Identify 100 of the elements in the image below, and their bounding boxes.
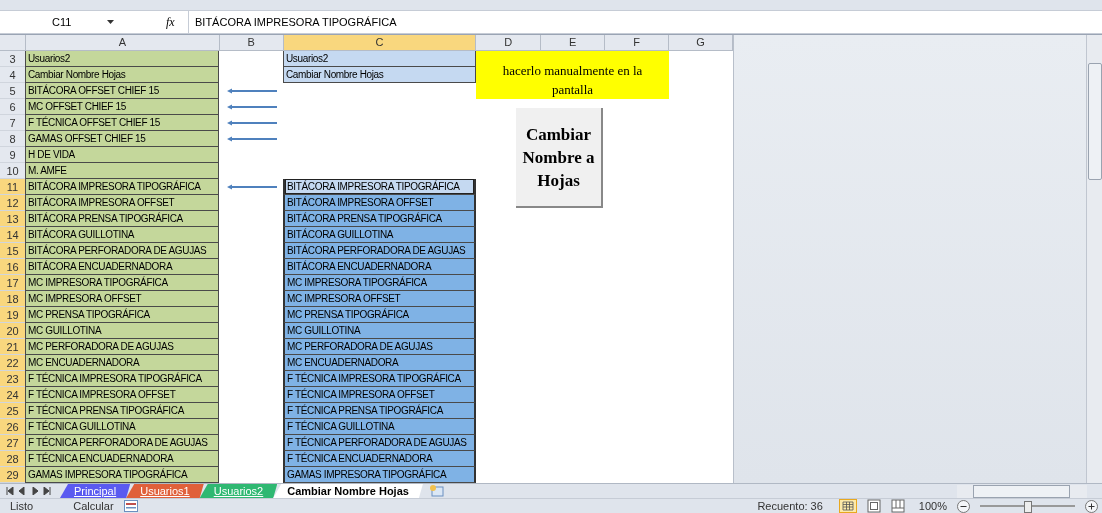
- column-header[interactable]: D: [476, 35, 542, 50]
- row-header[interactable]: 8: [0, 131, 25, 147]
- row-header[interactable]: 5: [0, 83, 25, 99]
- calculate-label[interactable]: Calcular: [73, 500, 114, 512]
- table-cell: MC PRENSA TIPOGRÁFICA: [283, 307, 476, 323]
- sheet-tab[interactable]: Usuarios1: [126, 484, 204, 498]
- sheet-navigation-icon[interactable]: [6, 487, 54, 495]
- table-cell: F TÉCNICA PERFORADORA DE AGUJAS: [25, 435, 219, 451]
- table-cell: F TÉCNICA GUILLOTINA: [283, 419, 476, 435]
- macro-record-icon[interactable]: [123, 500, 138, 512]
- zoom-in-button[interactable]: [1085, 499, 1098, 513]
- zoom-thumb[interactable]: [1023, 501, 1032, 513]
- table-cell: MC OFFSET CHIEF 15: [25, 99, 219, 115]
- row-header[interactable]: 27: [0, 435, 25, 451]
- page-layout-icon[interactable]: [866, 499, 881, 513]
- row-header[interactable]: 19: [0, 307, 25, 323]
- table-cell: MC IMPRESORA OFFSET: [25, 291, 219, 307]
- table-cell: MC IMPRESORA OFFSET: [283, 291, 476, 307]
- zoom-slider[interactable]: [980, 500, 1075, 512]
- column-header[interactable]: F: [605, 35, 670, 50]
- table-cell: F TÉCNICA GUILLOTINA: [25, 419, 219, 435]
- table-cell: F TÉCNICA IMPRESORA TIPOGRÁFICA: [283, 371, 476, 387]
- column-header[interactable]: C: [283, 35, 477, 50]
- row-header[interactable]: 20: [0, 323, 25, 339]
- row-header[interactable]: 15: [0, 243, 25, 259]
- row-header[interactable]: 13: [0, 211, 25, 227]
- row-header[interactable]: 22: [0, 355, 25, 371]
- table-cell: F TÉCNICA ENCUADERNADORA: [283, 451, 476, 467]
- table-cell: BITÁCORA PRENSA TIPOGRÁFICA: [25, 211, 219, 227]
- formula-field[interactable]: BITÁCORA IMPRESORA TIPOGRÁFICA: [188, 11, 1102, 33]
- row-header[interactable]: 23: [0, 371, 25, 387]
- table-cell: Cambiar Nombre Hojas: [283, 67, 476, 83]
- table-cell: MC GUILLOTINA: [283, 323, 476, 339]
- column-header[interactable]: A: [25, 35, 220, 50]
- row-header[interactable]: 9: [0, 147, 25, 163]
- row-header[interactable]: 29: [0, 467, 25, 483]
- column-header[interactable]: E: [541, 35, 606, 50]
- table-cell: BITÁCORA GUILLOTINA: [283, 227, 476, 243]
- horizontal-scrollbar[interactable]: [957, 485, 1087, 498]
- table-cell: BITÁCORA PERFORADORA DE AGUJAS: [25, 243, 219, 259]
- row-header[interactable]: 11: [0, 179, 25, 195]
- name-box[interactable]: C11: [0, 16, 120, 28]
- table-cell: BITÁCORA GUILLOTINA: [25, 227, 219, 243]
- column-header[interactable]: G: [669, 35, 733, 50]
- row-header[interactable]: 14: [0, 227, 25, 243]
- table-cell: F TÉCNICA IMPRESORA TIPOGRÁFICA: [25, 371, 219, 387]
- table-cell: BITÁCORA IMPRESORA TIPOGRÁFICA: [283, 179, 476, 195]
- caret-icon: [107, 20, 114, 24]
- table-cell: MC ENCUADERNADORA: [283, 355, 476, 371]
- table-cell: Usuarios2: [283, 51, 476, 67]
- macro-button[interactable]: Cambiar Nombre a Hojas: [516, 108, 603, 208]
- note-shape: hacerlo manualmente en la pantalla: [476, 51, 669, 99]
- row-header[interactable]: 7: [0, 115, 25, 131]
- row-header[interactable]: 3: [0, 51, 25, 67]
- table-cell: F TÉCNICA PRENSA TIPOGRÁFICA: [283, 403, 476, 419]
- row-header[interactable]: 25: [0, 403, 25, 419]
- table-cell: BITÁCORA ENCUADERNADORA: [25, 259, 219, 275]
- zoom-out-button[interactable]: [957, 499, 970, 513]
- function-label[interactable]: fx: [166, 14, 188, 30]
- count-text: Recuento: 36: [757, 500, 823, 512]
- grid-view-icon[interactable]: [838, 499, 857, 513]
- table-cell: BITÁCORA PRENSA TIPOGRÁFICA: [283, 211, 476, 227]
- table-cell: GAMAS OFFSET CHIEF 15: [25, 131, 219, 147]
- sheet-tab[interactable]: Cambiar Nombre Hojas: [273, 484, 423, 498]
- row-header[interactable]: 16: [0, 259, 25, 275]
- table-cell: Usuarios2: [25, 51, 219, 67]
- row-header[interactable]: 17: [0, 275, 25, 291]
- row-header[interactable]: 28: [0, 451, 25, 467]
- table-cell: MC PERFORADORA DE AGUJAS: [283, 339, 476, 355]
- row-header[interactable]: 21: [0, 339, 25, 355]
- row-header[interactable]: 10: [0, 163, 25, 179]
- table-cell: F TÉCNICA ENCUADERNADORA: [25, 451, 219, 467]
- row-header[interactable]: 18: [0, 291, 25, 307]
- table-cell: F TÉCNICA PRENSA TIPOGRÁFICA: [25, 403, 219, 419]
- table-cell: F TÉCNICA IMPRESORA OFFSET: [283, 387, 476, 403]
- table-cell: BITÁCORA OFFSET CHIEF 15: [25, 83, 219, 99]
- table-cell: BITÁCORA IMPRESORA OFFSET: [283, 195, 476, 211]
- table-cell: F TÉCNICA PERFORADORA DE AGUJAS: [283, 435, 476, 451]
- zoom-level[interactable]: 100%: [918, 500, 947, 512]
- table-cell: BITÁCORA PERFORADORA DE AGUJAS: [283, 243, 476, 259]
- table-cell: F TÉCNICA OFFSET CHIEF 15: [25, 115, 219, 131]
- vertical-scrollbar[interactable]: [1086, 35, 1102, 483]
- table-cell: MC ENCUADERNADORA: [25, 355, 219, 371]
- table-cell: GAMAS IMPRESORA TIPOGRÁFICA: [283, 467, 476, 483]
- row-header[interactable]: 26: [0, 419, 25, 435]
- table-cell: BITÁCORA ENCUADERNADORA: [283, 259, 476, 275]
- table-cell: MC IMPRESORA TIPOGRÁFICA: [283, 275, 476, 291]
- status-text: Listo: [10, 500, 34, 512]
- page-break-icon[interactable]: [890, 499, 905, 513]
- table-cell: F TÉCNICA IMPRESORA OFFSET: [25, 387, 219, 403]
- sheet-tab[interactable]: Principal: [60, 484, 131, 498]
- table-cell: MC PERFORADORA DE AGUJAS: [25, 339, 219, 355]
- row-header[interactable]: 12: [0, 195, 25, 211]
- row-header[interactable]: 6: [0, 99, 25, 115]
- table-cell: BITÁCORA IMPRESORA OFFSET: [25, 195, 219, 211]
- table-cell: MC IMPRESORA TIPOGRÁFICA: [25, 275, 219, 291]
- row-header[interactable]: 4: [0, 67, 25, 83]
- table-cell: H DE VIDA: [25, 147, 219, 163]
- row-header[interactable]: 24: [0, 387, 25, 403]
- column-header[interactable]: B: [219, 35, 284, 50]
